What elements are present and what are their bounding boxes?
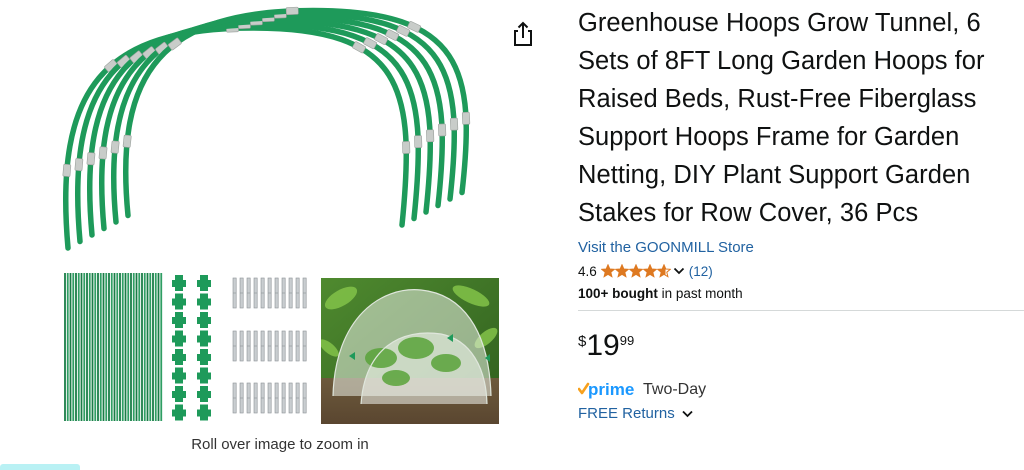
product-image-gallery[interactable]: Roll over image to zoom in <box>0 0 560 470</box>
rating-value: 4.6 <box>578 263 597 279</box>
clip-piece <box>197 275 211 291</box>
hoop-connector <box>122 134 132 148</box>
star-icon <box>614 264 629 278</box>
hoop-connector <box>86 152 96 166</box>
bought-period: in past month <box>657 286 743 301</box>
row-cover-tunnel-photo[interactable] <box>321 278 499 424</box>
clip-piece <box>172 349 186 365</box>
clip-piece <box>172 293 186 310</box>
hoop-connector <box>426 129 435 143</box>
clip-piece <box>172 367 186 384</box>
chevron-down-icon[interactable] <box>681 409 694 419</box>
rating-row: 4.6 (12) <box>578 262 1024 280</box>
corner-tab <box>0 464 80 470</box>
price-fraction: 99 <box>619 333 635 348</box>
clip-piece <box>172 404 186 421</box>
clip-piece <box>197 330 211 347</box>
clip-piece <box>197 312 211 328</box>
store-link[interactable]: Visit the GOONMILL Store <box>578 239 1024 256</box>
free-returns-link[interactable]: FREE Returns <box>578 405 1024 422</box>
price: $ 19 99 <box>578 331 1024 361</box>
greenhouse-hoops-image[interactable] <box>60 0 480 265</box>
clip-piece <box>197 386 211 402</box>
chevron-down-icon[interactable] <box>673 266 685 276</box>
clip-piece <box>197 367 211 384</box>
prime-label: prime <box>588 381 634 399</box>
hoop-connector <box>414 135 423 148</box>
bought-count: 100+ bought <box>578 286 658 301</box>
star-rating[interactable] <box>600 264 671 278</box>
clip-piece <box>197 293 211 310</box>
hoop-connector <box>450 117 459 131</box>
prime-logo-icon: prime <box>578 381 634 399</box>
star-icon <box>628 264 643 278</box>
hoop-connector <box>285 6 299 16</box>
hoop-connector <box>110 140 120 154</box>
star-icon <box>642 264 657 278</box>
clip-piece <box>172 330 186 347</box>
clip-piece <box>172 386 186 402</box>
hoop-connector <box>461 111 471 125</box>
share-button[interactable] <box>510 20 536 48</box>
hoop-connector <box>402 141 411 154</box>
bought-summary: 100+ bought in past month <box>578 286 1024 301</box>
delivery-speed: Two-Day <box>643 381 707 398</box>
hoop-connector <box>62 163 72 177</box>
prime-delivery: prime Two-Day <box>578 381 1024 399</box>
price-symbol: $ <box>578 333 587 350</box>
hoop-connector <box>438 123 447 137</box>
product-title: Greenhouse Hoops Grow Tunnel, 6 Sets of … <box>578 9 985 227</box>
star-icon <box>656 264 671 278</box>
share-icon <box>514 21 532 46</box>
clip-piece <box>172 312 186 328</box>
price-whole: 19 <box>586 329 620 362</box>
rating-count-link[interactable]: (12) <box>689 264 713 279</box>
buy-box: Greenhouse Hoops Grow Tunnel, 6 Sets of … <box>578 0 1024 422</box>
star-icon <box>600 264 615 278</box>
hoop-parts-image[interactable] <box>63 273 313 423</box>
hoop-connector <box>98 146 108 160</box>
clip-piece <box>197 349 211 365</box>
divider <box>578 310 1024 311</box>
hoop-connector <box>74 158 84 172</box>
clip-piece <box>172 275 186 291</box>
clip-piece <box>197 404 211 421</box>
free-returns-label: FREE Returns <box>578 405 675 422</box>
zoom-hint: Roll over image to zoom in <box>191 436 369 453</box>
